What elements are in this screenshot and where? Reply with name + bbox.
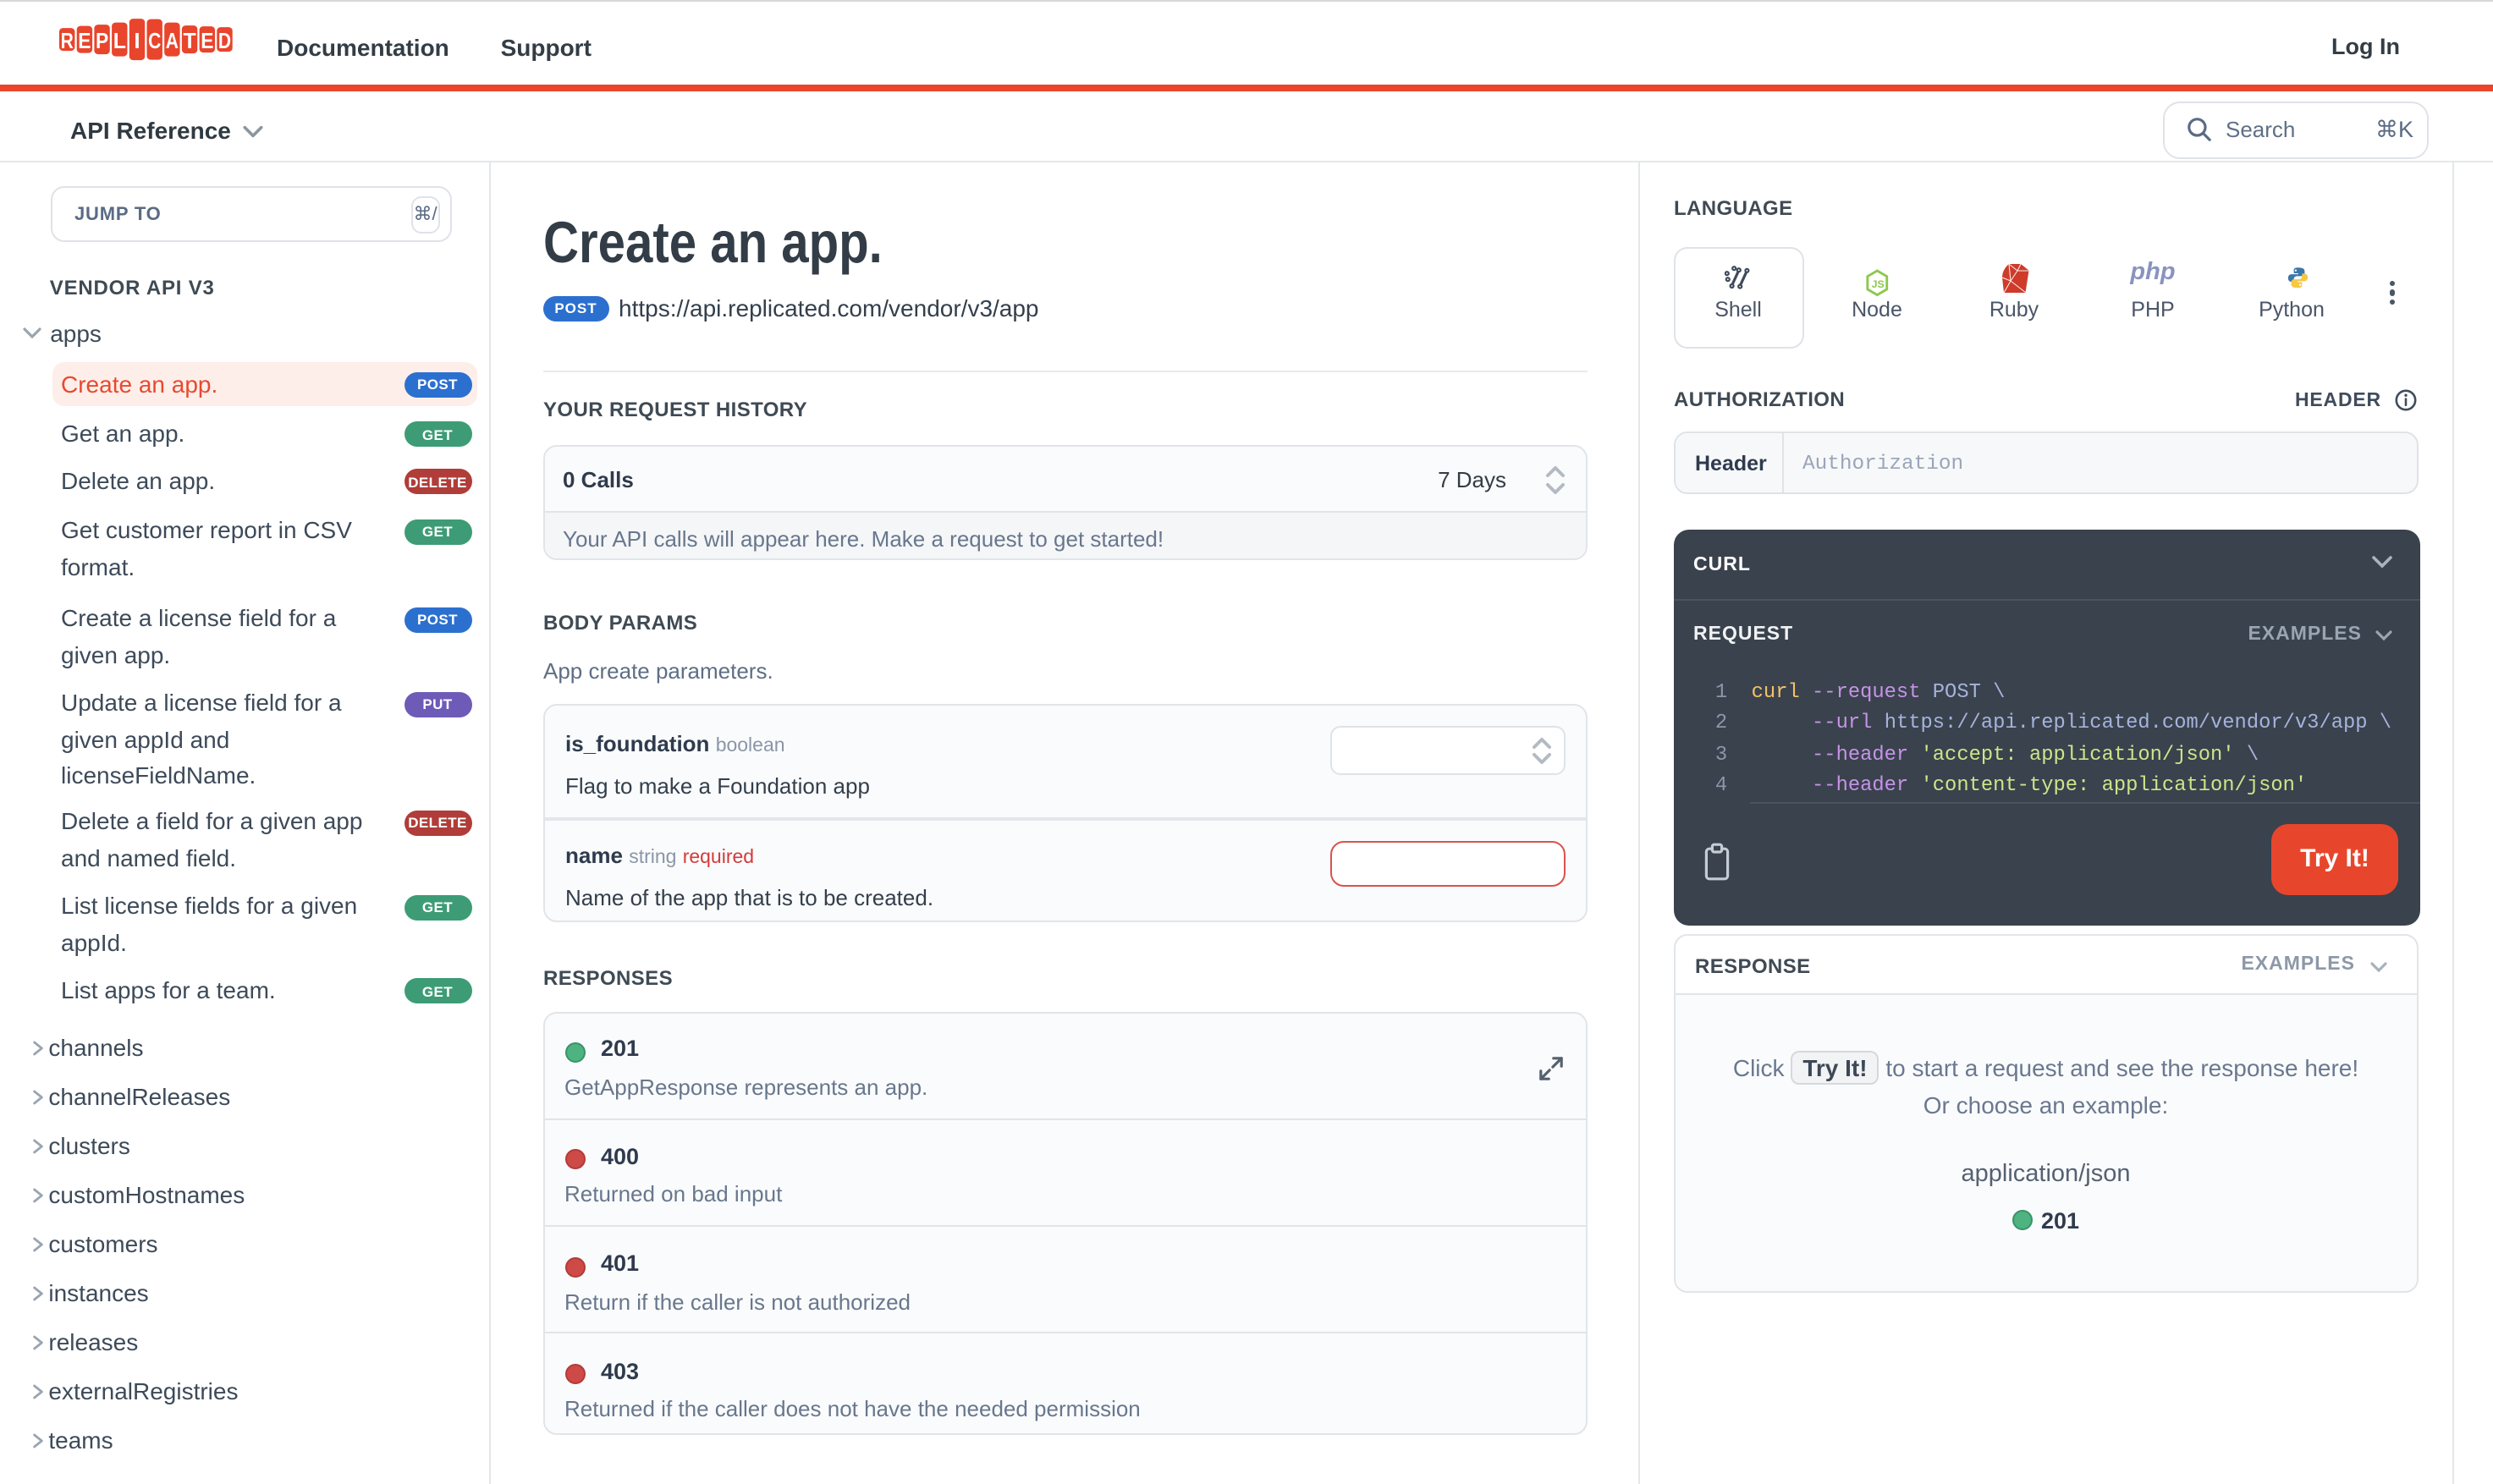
svg-text:T: T: [183, 28, 195, 53]
svg-text:JS: JS: [1872, 279, 1885, 291]
svg-text:A: A: [165, 28, 178, 53]
svg-text:L: L: [113, 28, 125, 53]
svg-text:I: I: [133, 28, 139, 53]
svg-text:E: E: [77, 28, 90, 53]
svg-text:D: D: [217, 28, 230, 53]
svg-text:E: E: [200, 28, 212, 53]
svg-text:P: P: [95, 28, 107, 53]
svg-text:C: C: [147, 28, 160, 53]
svg-text:R: R: [60, 28, 73, 53]
